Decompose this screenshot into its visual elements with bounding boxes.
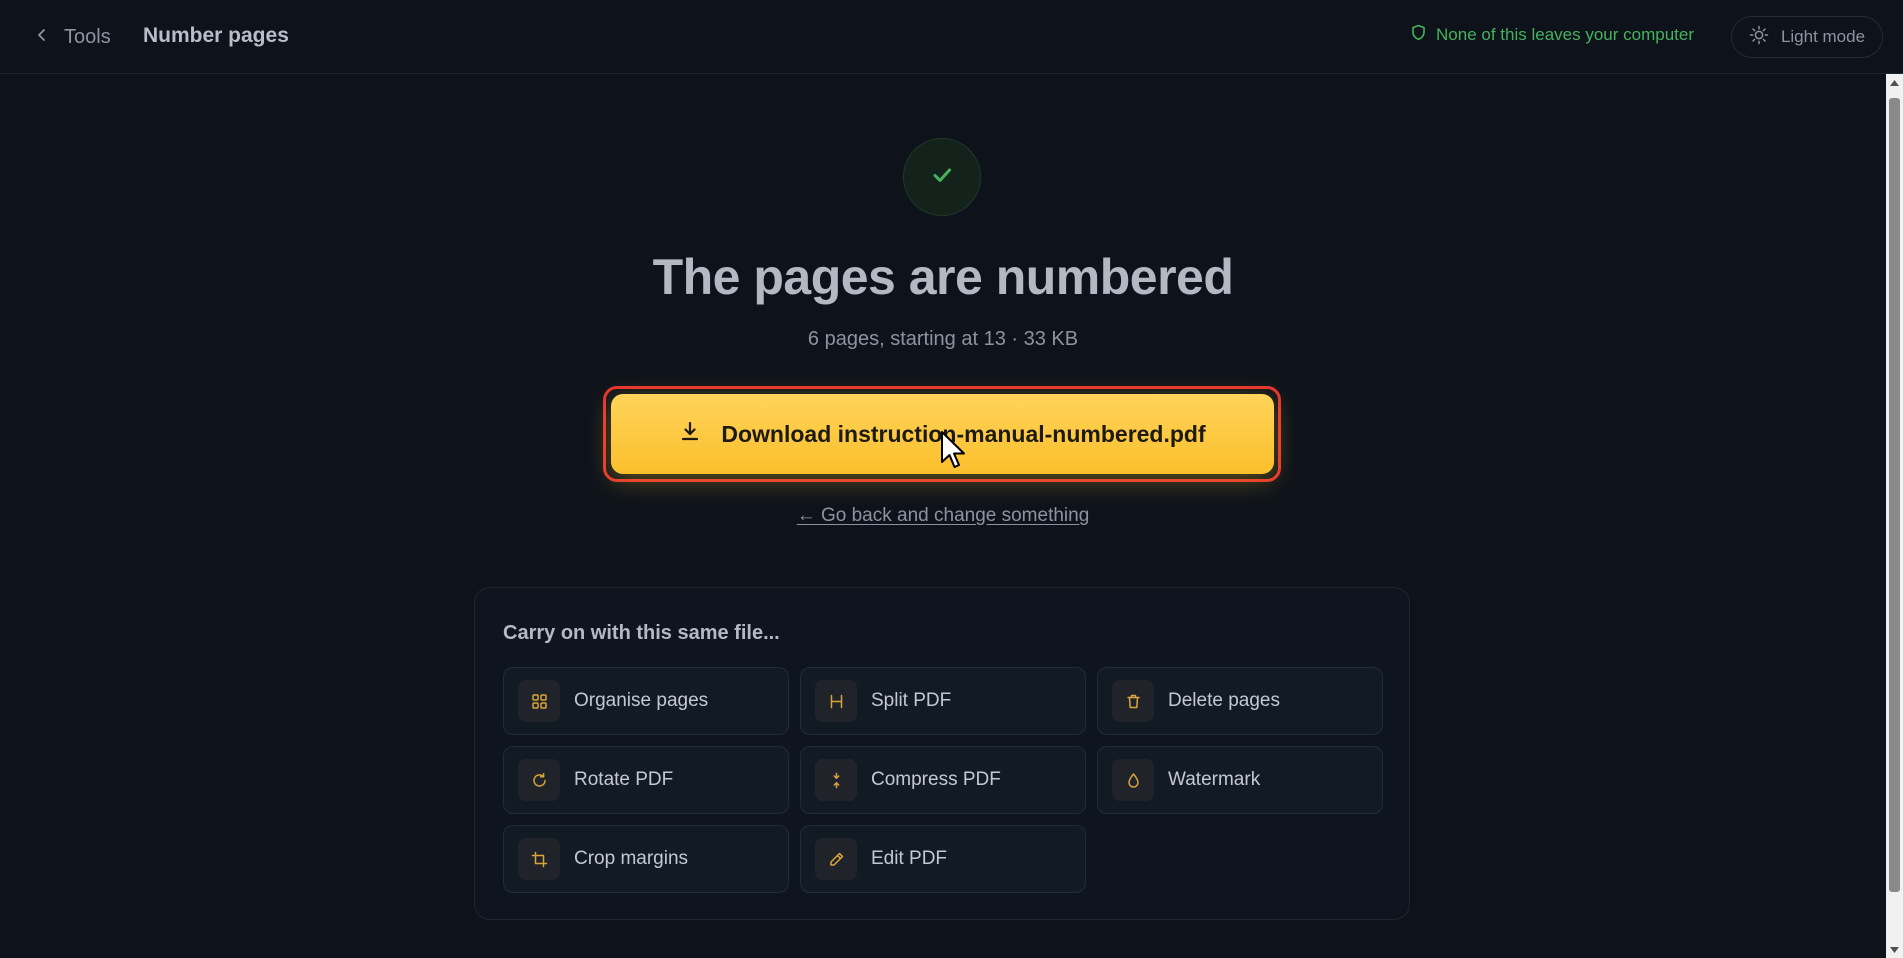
tool-label: Compress PDF [871, 769, 1001, 790]
tool-label: Delete pages [1168, 690, 1280, 711]
shield-icon [1411, 24, 1426, 46]
tool-crop-margins[interactable]: Crop margins [503, 825, 789, 893]
success-badge [903, 138, 981, 216]
chevron-left-icon [34, 26, 50, 49]
scrollbar-thumb[interactable] [1889, 98, 1900, 892]
droplet-icon [1112, 759, 1154, 801]
carry-on-panel: Carry on with this same file... Organise… [474, 587, 1410, 920]
privacy-note: None of this leaves your computer [1411, 24, 1694, 46]
go-back-link[interactable]: ← Go back and change something [0, 505, 1886, 527]
tool-compress-pdf[interactable]: Compress PDF [800, 746, 1086, 814]
grid-icon [518, 680, 560, 722]
carry-on-title: Carry on with this same file... [503, 622, 780, 644]
theme-toggle-label: Light mode [1780, 27, 1866, 46]
tool-organise-pages[interactable]: Organise pages [503, 667, 789, 735]
trash-icon [1112, 680, 1154, 722]
sun-icon [1749, 25, 1769, 50]
result-summary: 6 pages, starting at 13 · 33 KB [807, 328, 1079, 350]
tool-watermark[interactable]: Watermark [1097, 746, 1383, 814]
tool-label: Organise pages [574, 690, 709, 711]
tool-label: Rotate PDF [574, 769, 674, 790]
pencil-icon [815, 838, 857, 880]
crop-icon [518, 838, 560, 880]
tool-delete-pages[interactable]: Delete pages [1097, 667, 1383, 735]
privacy-note-text: None of this leaves your computer [1436, 25, 1694, 44]
tool-grid: Organise pages Split PDF Delete pages Ro… [503, 667, 1383, 893]
scroll-down-arrow-icon[interactable] [1886, 941, 1903, 958]
tool-label: Crop margins [574, 848, 689, 869]
tool-label: Edit PDF [871, 848, 948, 869]
download-button-label: Download instruction-manual-numbered.pdf [721, 420, 1206, 447]
scroll-up-arrow-icon[interactable] [1886, 74, 1903, 91]
tool-label: Watermark [1168, 769, 1261, 790]
top-bar: Tools Number pages None of this leaves y… [0, 0, 1903, 74]
result-headline: The pages are numbered [652, 249, 1234, 305]
tool-edit-pdf[interactable]: Edit PDF [800, 825, 1086, 893]
split-icon [815, 680, 857, 722]
page-title: Number pages [143, 24, 289, 47]
download-icon [679, 420, 701, 448]
theme-toggle-button[interactable]: Light mode [1731, 16, 1883, 58]
tool-label: Split PDF [871, 690, 952, 711]
back-to-tools-link[interactable]: Tools [34, 22, 111, 52]
rotate-icon [518, 759, 560, 801]
tool-split-pdf[interactable]: Split PDF [800, 667, 1086, 735]
back-link-label: Tools [64, 25, 111, 48]
tool-rotate-pdf[interactable]: Rotate PDF [503, 746, 789, 814]
compress-icon [815, 759, 857, 801]
checkmark-icon [929, 162, 955, 193]
page-scrollbar[interactable] [1886, 74, 1903, 958]
download-button[interactable]: Download instruction-manual-numbered.pdf [611, 394, 1274, 474]
